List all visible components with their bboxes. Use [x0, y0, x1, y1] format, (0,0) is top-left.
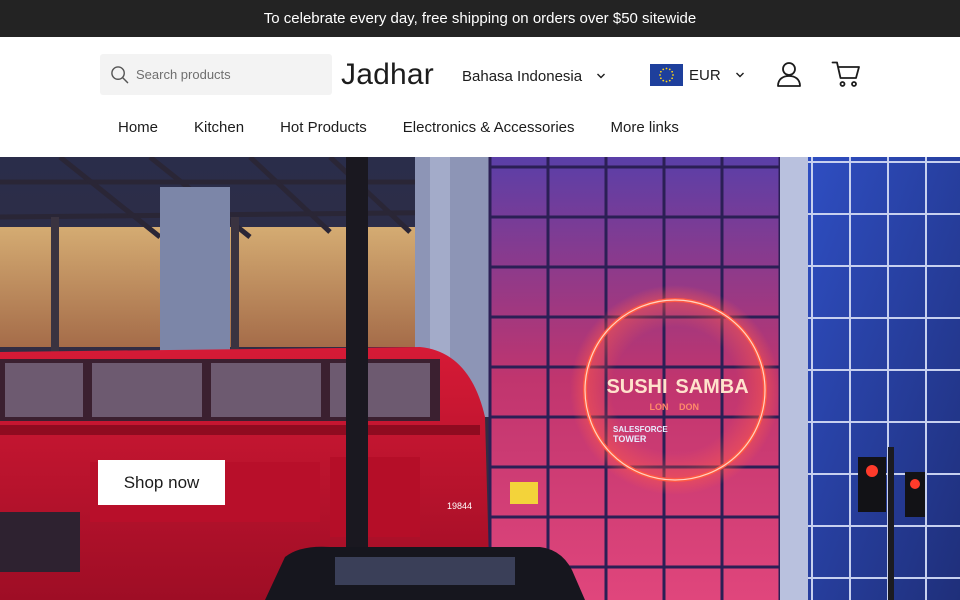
nav-item-kitchen[interactable]: Kitchen [176, 119, 262, 141]
cart-icon[interactable] [831, 60, 861, 88]
hero-banner: SUSHI SAMBA LON DON SALESFORCE TOWER 198… [0, 157, 960, 600]
sign-text-lon: LON [650, 402, 669, 412]
search-box[interactable] [100, 54, 332, 95]
sign-text-don: DON [679, 402, 699, 412]
nav-item-home[interactable]: Home [100, 119, 176, 141]
search-input[interactable] [136, 54, 326, 95]
sign-text-tower: TOWER [613, 434, 647, 444]
nav-item-more-links[interactable]: More links [593, 119, 697, 141]
announcement-text: To celebrate every day, free shipping on… [263, 10, 697, 27]
site-logo[interactable]: Jadhar [341, 58, 434, 92]
sign-text-salesforce: SALESFORCE [613, 425, 668, 434]
shop-now-button[interactable]: Shop now [98, 460, 225, 505]
sign-text-sushi: SUSHI [606, 376, 667, 398]
hero-image: SUSHI SAMBA LON DON SALESFORCE TOWER 198… [0, 157, 960, 600]
language-selector[interactable]: Bahasa Indonesia [462, 65, 606, 87]
user-icon[interactable] [775, 60, 803, 88]
announcement-bar: To celebrate every day, free shipping on… [0, 0, 960, 37]
currency-label: EUR [689, 66, 721, 84]
main-nav: Home Kitchen Hot Products Electronics & … [100, 119, 697, 141]
chevron-down-icon [597, 73, 606, 79]
nav-item-electronics[interactable]: Electronics & Accessories [385, 119, 593, 141]
chevron-down-icon [735, 72, 744, 78]
language-label: Bahasa Indonesia [462, 67, 583, 85]
currency-selector[interactable]: EUR [650, 63, 745, 87]
search-icon [111, 66, 129, 84]
eu-flag-icon [650, 64, 683, 86]
site-header: Jadhar Bahasa Indonesia EUR Home Kitchen… [0, 37, 960, 157]
sign-text-samba: SAMBA [675, 376, 748, 398]
nav-item-hot-products[interactable]: Hot Products [262, 119, 385, 141]
bus-number: 19844 [447, 501, 472, 511]
